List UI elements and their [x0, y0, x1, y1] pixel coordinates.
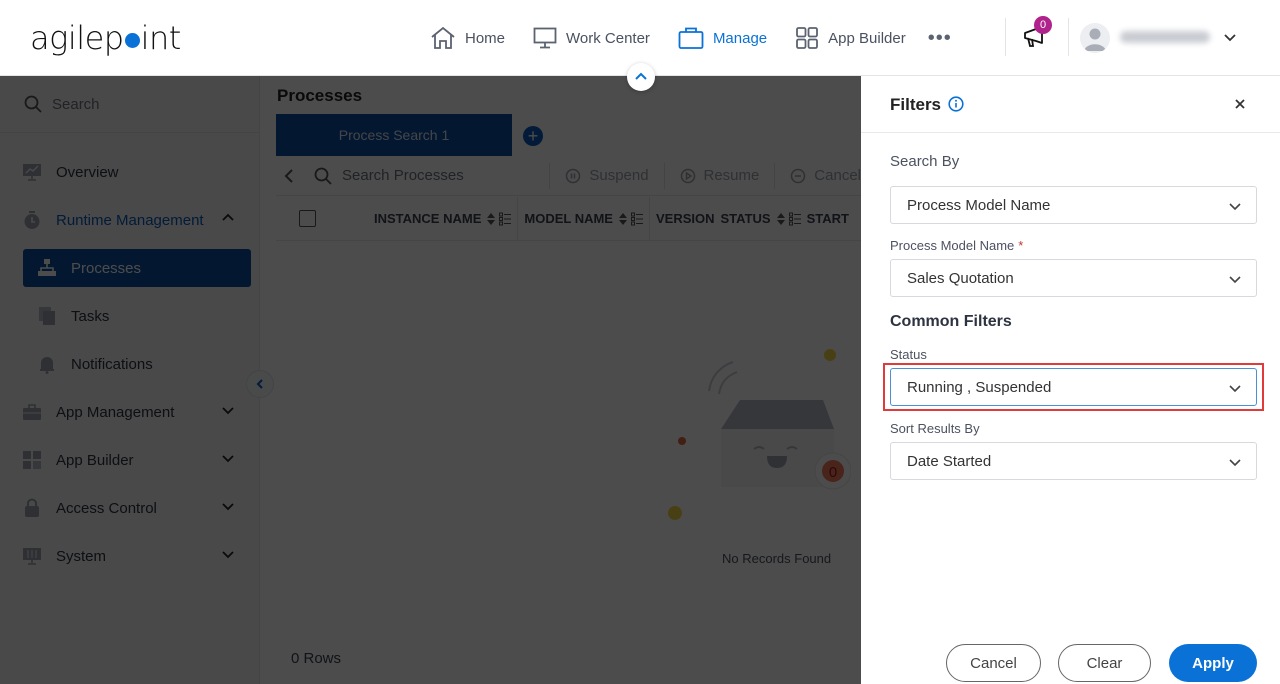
header-divider	[1005, 18, 1006, 56]
nav-work-center[interactable]: Work Center	[533, 26, 650, 50]
common-filters-heading: Common Filters	[890, 313, 1012, 330]
required-mark: *	[1018, 238, 1024, 253]
filters-title: Filters	[890, 95, 942, 114]
status-label: Status	[890, 347, 927, 362]
process-model-name-select[interactable]: Sales Quotation	[890, 259, 1257, 297]
chevron-up-icon	[635, 72, 647, 80]
status-value: Running , Suspended	[907, 378, 1052, 396]
filters-header: Filters	[861, 76, 1280, 133]
search-by-value: Process Model Name	[907, 196, 1051, 214]
process-model-name-value: Sales Quotation	[907, 269, 1014, 287]
cancel-button[interactable]: Cancel	[946, 644, 1041, 682]
nav-manage-label: Manage	[712, 29, 768, 47]
info-icon[interactable]	[948, 96, 964, 117]
more-menu-button[interactable]: •••	[928, 27, 952, 50]
close-icon[interactable]	[1233, 97, 1247, 116]
process-model-name-label: Process Model Name *	[890, 238, 1023, 253]
sort-results-by-value: Date Started	[907, 452, 992, 470]
logo-text-right: int	[140, 19, 182, 57]
chevron-down-icon	[1229, 385, 1241, 393]
search-by-label: Search By	[890, 153, 960, 170]
clear-button[interactable]: Clear	[1058, 644, 1151, 682]
nav-home-label: Home	[465, 29, 506, 47]
sort-results-by-select[interactable]: Date Started	[890, 442, 1257, 480]
agilepoint-logo[interactable]: agilep int	[30, 18, 181, 58]
filters-panel: Filters Search By Process Model Name Pro…	[861, 76, 1280, 684]
user-avatar[interactable]	[1080, 23, 1110, 53]
nav-app-builder-label: App Builder	[828, 29, 906, 47]
monitor-icon	[533, 27, 557, 49]
user-icon	[1084, 28, 1106, 51]
user-menu-chevron-icon[interactable]	[1222, 30, 1238, 51]
nav-manage[interactable]: Manage	[678, 26, 767, 50]
sort-results-by-label: Sort Results By	[890, 421, 980, 436]
notification-count-badge: 0	[1034, 16, 1052, 34]
nav-home[interactable]: Home	[430, 26, 505, 50]
modal-backdrop[interactable]	[0, 76, 861, 684]
chevron-down-icon	[1229, 203, 1241, 211]
grid-icon	[796, 27, 819, 49]
search-by-select[interactable]: Process Model Name	[890, 186, 1257, 224]
nav-app-builder[interactable]: App Builder	[795, 26, 906, 50]
chevron-down-icon	[1229, 459, 1241, 467]
notifications-button[interactable]: 0	[1022, 16, 1052, 55]
collapse-header-button[interactable]	[627, 63, 655, 91]
apply-button[interactable]: Apply	[1169, 644, 1257, 682]
logo-text-left: agilep	[30, 19, 124, 57]
status-select[interactable]: Running , Suspended	[890, 368, 1257, 406]
user-name-blurred[interactable]	[1120, 31, 1210, 43]
process-model-name-label-text: Process Model Name	[890, 238, 1015, 253]
logo-dot	[124, 32, 140, 48]
chevron-down-icon	[1229, 276, 1241, 284]
nav-work-center-label: Work Center	[566, 29, 650, 47]
main-nav: Home Work Center Manage App Builder •••	[430, 22, 952, 54]
briefcase-icon	[678, 27, 704, 49]
header-divider	[1068, 18, 1069, 56]
home-icon	[431, 26, 455, 49]
